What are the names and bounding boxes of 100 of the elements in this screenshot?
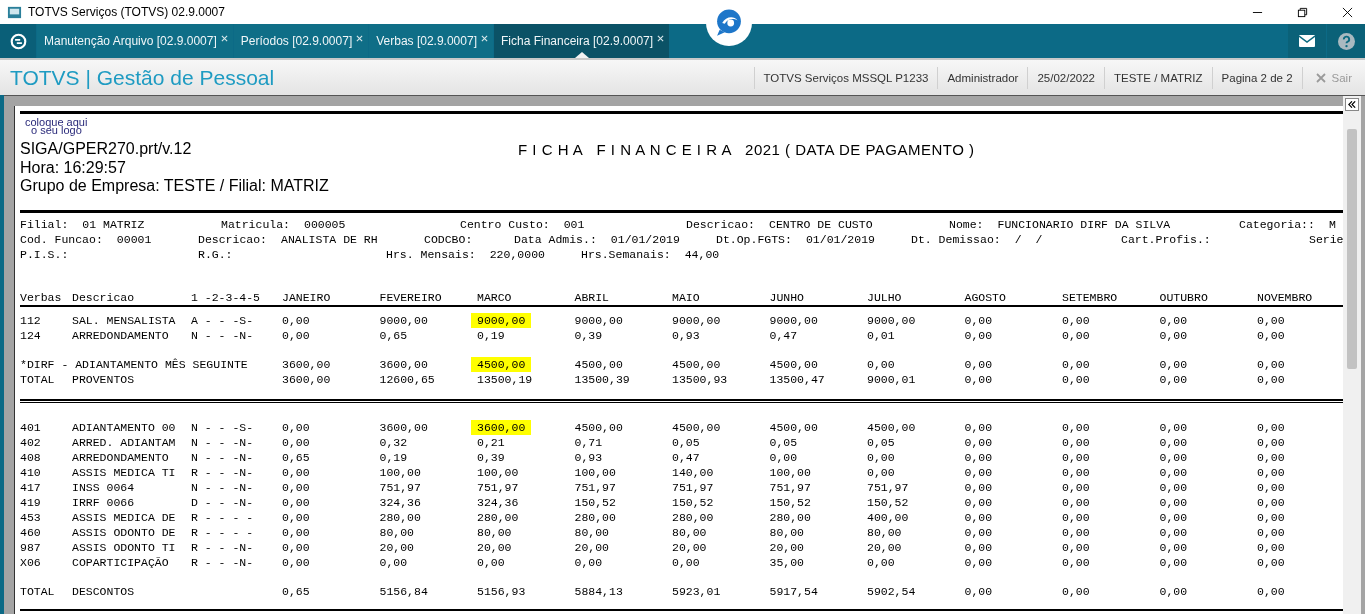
table-cell-text: 0,00 (1159, 464, 1189, 480)
table-cell-text: 0,00 (1159, 509, 1189, 525)
table-cell-text: 0,00 (1159, 539, 1189, 555)
field-value: FUNCIONARIO DIRF DA SILVA (997, 216, 1171, 232)
table-cell-text: 0,00 (1062, 356, 1091, 372)
field-value: 000005 (304, 216, 346, 232)
field-value: M (1328, 216, 1336, 232)
table-cell-text: 5902,54 (867, 583, 917, 599)
table-cell-text: ADIANTAMENTO 00 (72, 419, 177, 435)
header-info: Pagina 2 de 2 (1211, 66, 1302, 89)
table-cell-text: 0,00 (964, 524, 994, 540)
table-cell-text: 0,00 (282, 419, 311, 435)
tab[interactable]: Ficha Financeira [02.9.0007] (493, 24, 670, 58)
field-value: ANALISTA DE RH (281, 231, 378, 247)
table-cell-text: 0,00 (1062, 583, 1091, 599)
column-header: Descricao (72, 289, 136, 305)
table-cell-text: 0,00 (1257, 434, 1286, 450)
table-cell-text: 9000,00 (672, 312, 722, 328)
table-cell-text: 400,00 (867, 509, 910, 525)
table-cell-text: 410 (20, 464, 42, 480)
table-cell-text: 20,00 (867, 539, 903, 555)
table-cell-text: 4500,00 (769, 356, 819, 372)
column-header: JUNHO (769, 289, 805, 305)
table-cell-text: 0,00 (1062, 509, 1091, 525)
table-cell-text: 402 (20, 434, 42, 450)
table-cell-text: 0,00 (1257, 371, 1286, 387)
table-cell-text: 0,32 (379, 434, 409, 450)
table-cell-text: 408 (20, 449, 42, 465)
table-cell-text: 0,00 (867, 449, 896, 465)
table-cell-text: 0,00 (379, 554, 409, 570)
table-cell-text: R - - - - (191, 509, 255, 525)
table-cell-text: 0,00 (1062, 539, 1091, 555)
table-cell-text: 150,52 (867, 494, 910, 510)
tab[interactable]: Manutenção Arquivo [02.9.0007] (37, 24, 233, 58)
table-cell-text: TOTAL (20, 583, 56, 599)
table-cell-text: 0,00 (1159, 419, 1189, 435)
table-cell-text: N - - -N- (191, 479, 255, 495)
table-cell-text: 0,00 (1257, 524, 1286, 540)
field-label: Hrs. Mensais: (386, 246, 476, 262)
column-header: JULHO (867, 289, 903, 305)
field-label: Dt.Op.FGTS: (716, 231, 792, 247)
table-cell-text: DESCONTOS (72, 583, 136, 599)
table-cell-text: 0,00 (1159, 312, 1189, 328)
highlighted-cell: 4500,00 (471, 356, 532, 372)
table-cell-text: 0,00 (867, 356, 896, 372)
table-cell-text: 0,00 (282, 554, 311, 570)
table-cell-text: 12600,65 (379, 371, 436, 387)
table-cell-text: 0,00 (282, 312, 311, 328)
tab[interactable]: Períodos [02.9.0007] (233, 24, 369, 58)
table-cell-text: 100,00 (574, 464, 617, 480)
table-cell-text: 0,00 (282, 524, 311, 540)
table-cell-text: ASSIS MEDICA DE (72, 509, 177, 525)
table-cell-text: 13500,47 (769, 371, 826, 387)
table-cell-text: 80,00 (574, 524, 610, 540)
field-label: Hrs.Semanais: (581, 246, 671, 262)
table-cell-text: 0,00 (1062, 434, 1091, 450)
mail-button[interactable] (1288, 24, 1326, 58)
table-cell-text: 100,00 (379, 464, 422, 480)
table-cell-text: 0,00 (1257, 464, 1286, 480)
app-title: TOTVS | Gestão de Pessoal (10, 65, 275, 90)
table-cell-text: 9000,00 (574, 312, 624, 328)
table-cell-text: 0,39 (574, 327, 604, 343)
table-cell-text: 4500,00 (867, 419, 917, 435)
table-cell-text: 419 (20, 494, 42, 510)
table-cell-text: 0,00 (1159, 554, 1189, 570)
table-cell-text: 0,00 (1257, 479, 1286, 495)
table-cell-text: 100,00 (477, 464, 520, 480)
collapse-button[interactable] (1345, 98, 1359, 111)
table-cell-text: 20,00 (477, 539, 513, 555)
table-cell-text: 0,00 (1159, 583, 1189, 599)
table-cell-text: 751,97 (672, 479, 715, 495)
table-cell-text: 751,97 (867, 479, 910, 495)
table-cell-text: 0,00 (1257, 312, 1286, 328)
close-icon[interactable] (1342, 6, 1353, 18)
column-header: FEVEREIRO (379, 289, 443, 305)
table-cell-text: 0,00 (282, 479, 311, 495)
table-cell-text: 0,00 (1257, 554, 1286, 570)
table-cell-text: 0,00 (1257, 494, 1286, 510)
field-label: Cart.Profis.: (1121, 231, 1211, 247)
table-cell-text: 0,00 (964, 327, 994, 343)
logo-text: coloque aqui (25, 118, 88, 126)
help-button[interactable] (1327, 24, 1365, 58)
scrollbar[interactable] (1343, 96, 1361, 614)
table-cell-text: 0,00 (867, 554, 896, 570)
table-cell-text: N - - -N- (191, 449, 255, 465)
field-value: 44,00 (684, 246, 720, 262)
column-header: AGOSTO (964, 289, 1007, 305)
table-cell-text: 5923,01 (672, 583, 722, 599)
scrollbar-thumb[interactable] (1347, 129, 1357, 369)
table-cell-text: 5917,54 (769, 583, 819, 599)
column-header: Verbas (20, 289, 63, 305)
table-cell-text: 0,19 (379, 449, 409, 465)
restore-icon[interactable] (1297, 6, 1308, 18)
table-cell-text: 0,00 (1062, 419, 1091, 435)
table-cell-text: 0,00 (1159, 479, 1189, 495)
tab[interactable]: Verbas [02.9.0007] (369, 24, 493, 58)
table-cell-text: 0,00 (1062, 312, 1091, 328)
table-cell-text: 35,00 (769, 554, 805, 570)
table-cell-text: X06 (20, 554, 42, 570)
table-cell-text: 100,00 (769, 464, 812, 480)
